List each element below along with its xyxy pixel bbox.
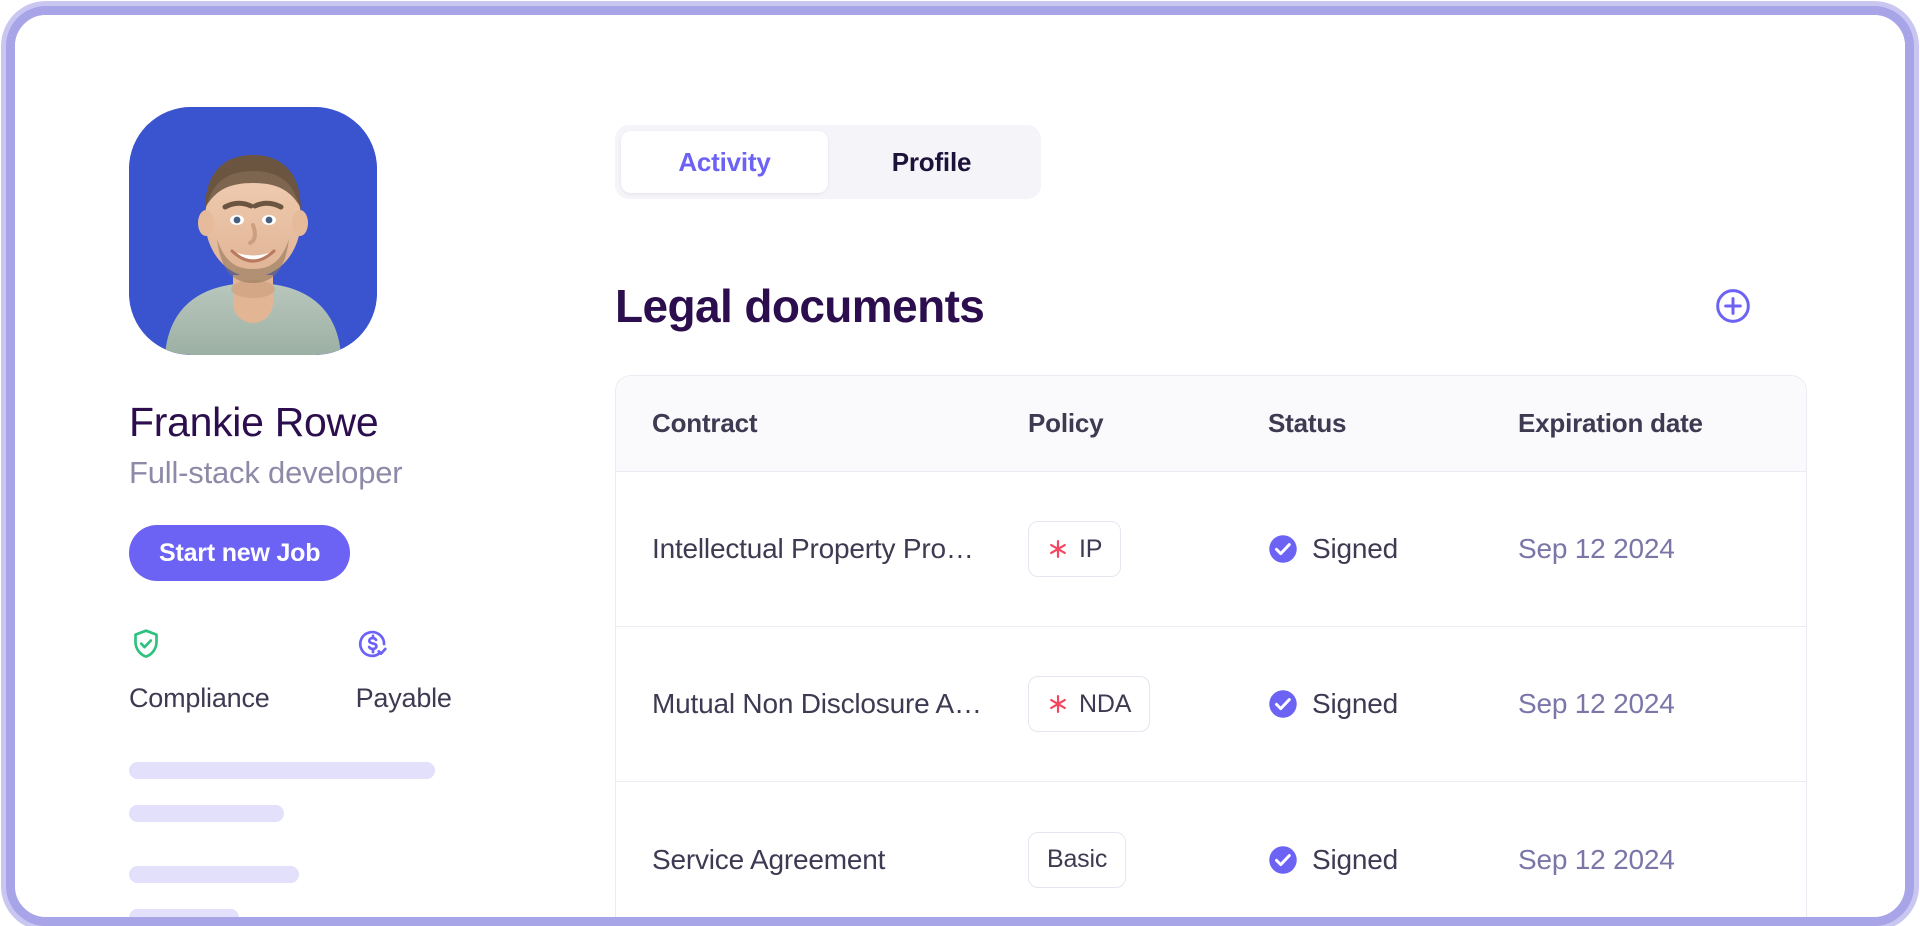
table-row[interactable]: Service Agreement Basic [616,782,1806,926]
cell-status: Signed [1268,627,1518,782]
profile-stat-label: Compliance [129,683,270,714]
policy-label: Basic [1047,845,1107,874]
profile-stats-row: Compliance Payable [129,627,549,714]
check-circle-icon [1268,689,1298,719]
table-body: Intellectual Property Pro… IP [616,472,1806,926]
column-header-status[interactable]: Status [1268,376,1518,472]
cell-expiration-date: Sep 12 2024 [1518,472,1806,627]
content-panel: Activity Profile Legal documents [615,125,1845,926]
tab-bar: Activity Profile [615,125,1041,199]
legal-documents-table: Contract Policy Status Expiration date I… [615,375,1807,926]
cell-contract: Mutual Non Disclosure A… [616,627,1028,782]
plus-circle-icon [1713,314,1753,329]
policy-badge[interactable]: Basic [1028,832,1126,888]
page-title: Legal documents [615,279,984,333]
check-circle-icon [1268,534,1298,564]
column-header-contract[interactable]: Contract [616,376,1028,472]
cell-status: Signed [1268,782,1518,926]
profile-stat-compliance[interactable]: Compliance [129,627,270,714]
expiration-date: Sep 12 2024 [1518,844,1675,875]
check-circle-icon [1268,845,1298,875]
status-badge: Signed [1312,688,1398,720]
expiration-date: Sep 12 2024 [1518,688,1675,719]
contract-name: Mutual Non Disclosure A… [652,688,1028,720]
cell-policy: IP [1028,472,1268,627]
table-row[interactable]: Intellectual Property Pro… IP [616,472,1806,627]
avatar[interactable] [129,107,377,355]
column-header-policy[interactable]: Policy [1028,376,1268,472]
skeleton-bar [129,866,299,883]
app-window-frame: Frankie Rowe Full-stack developer Start … [6,6,1914,926]
cell-status: Signed [1268,472,1518,627]
profile-role: Full-stack developer [129,454,549,491]
skeleton-bar [129,762,435,779]
policy-label: NDA [1079,690,1131,719]
cell-expiration-date: Sep 12 2024 [1518,782,1806,926]
cell-policy: Basic [1028,782,1268,926]
contract-name: Service Agreement [652,844,1028,876]
skeleton-bar [129,805,284,822]
table-row[interactable]: Mutual Non Disclosure A… NDA [616,627,1806,782]
cell-contract: Intellectual Property Pro… [616,472,1028,627]
status-badge: Signed [1312,533,1398,565]
profile-stat-label: Payable [356,683,452,714]
expiration-date: Sep 12 2024 [1518,533,1675,564]
table-header-row: Contract Policy Status Expiration date [616,376,1806,472]
profile-panel: Frankie Rowe Full-stack developer Start … [129,107,549,926]
tab-profile[interactable]: Profile [828,131,1035,193]
contract-name: Intellectual Property Pro… [652,533,1028,565]
tab-activity[interactable]: Activity [621,131,828,193]
profile-stat-payable[interactable]: Payable [356,627,452,714]
asterisk-icon [1047,538,1069,560]
section-header: Legal documents [615,279,1845,333]
dollar-check-icon [356,627,390,661]
policy-badge[interactable]: NDA [1028,676,1150,732]
status-badge: Signed [1312,844,1398,876]
start-new-job-button[interactable]: Start new Job [129,525,350,581]
cell-contract: Service Agreement [616,782,1028,926]
profile-name: Frankie Rowe [129,399,549,446]
app-canvas: Frankie Rowe Full-stack developer Start … [15,15,1905,917]
add-document-button[interactable] [1713,286,1753,326]
avatar-photo [129,107,377,355]
cell-policy: NDA [1028,627,1268,782]
skeleton-bar [129,909,239,926]
policy-label: IP [1079,535,1102,564]
content-skeleton [129,762,509,926]
shield-check-icon [129,627,163,661]
asterisk-icon [1047,693,1069,715]
column-header-expiration-date[interactable]: Expiration date [1518,376,1806,472]
table-head: Contract Policy Status Expiration date [616,376,1806,472]
policy-badge[interactable]: IP [1028,521,1121,577]
cell-expiration-date: Sep 12 2024 [1518,627,1806,782]
